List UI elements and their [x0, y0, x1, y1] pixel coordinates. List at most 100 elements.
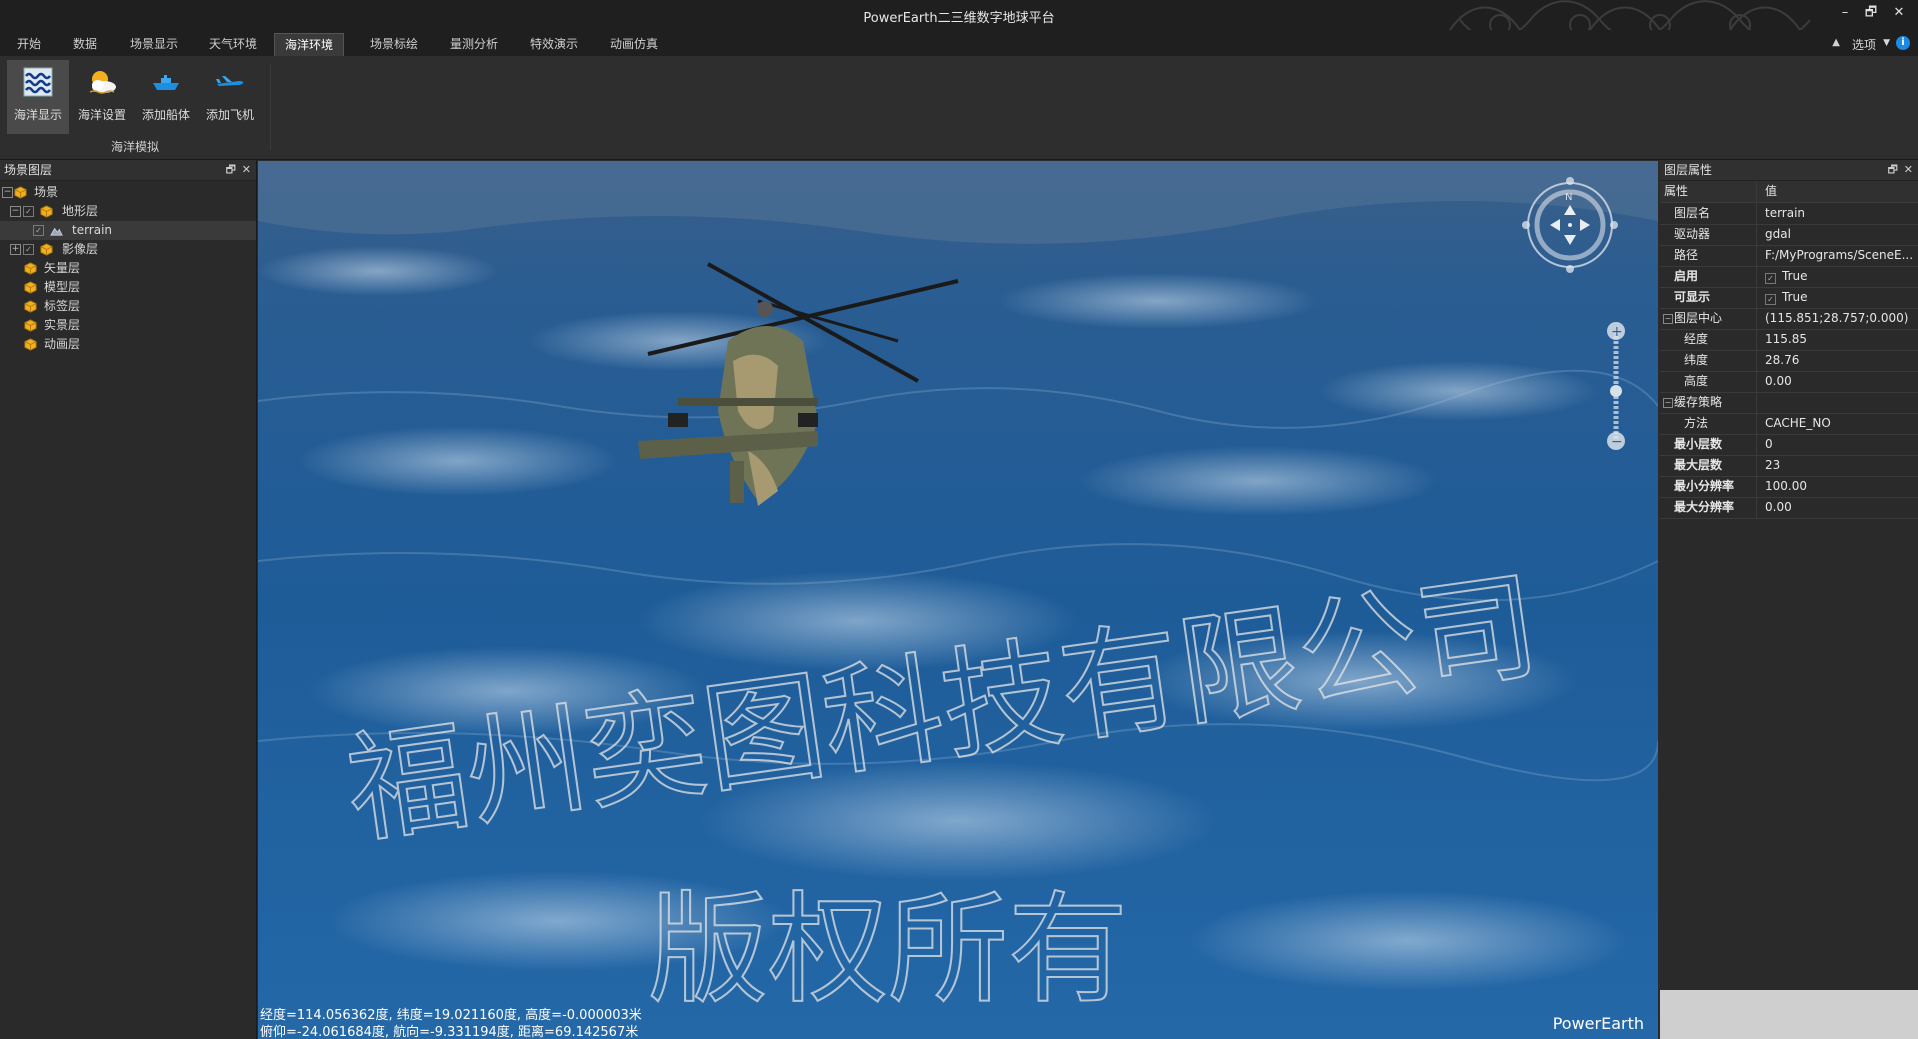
chevron-down-icon[interactable]: ▼	[1883, 38, 1890, 48]
layer-cube-icon	[24, 262, 37, 275]
tree-label: 矢量层	[44, 261, 81, 275]
property-value[interactable]: terrain	[1765, 203, 1913, 224]
collapse-icon[interactable]: −	[1663, 314, 1673, 324]
property-key: 方法	[1684, 416, 1709, 430]
property-value[interactable]: 0.00	[1765, 497, 1913, 518]
layer-cube-icon	[14, 186, 27, 199]
layer-checkbox[interactable]: ✓	[23, 206, 34, 217]
tab-weather[interactable]: 天气环境	[199, 33, 267, 56]
layer-cube-icon	[40, 205, 53, 218]
expand-icon[interactable]: +	[10, 244, 21, 255]
layer-properties-title: 图层属性	[1664, 163, 1713, 177]
tab-start[interactable]: 开始	[7, 33, 51, 56]
property-value[interactable]: 28.76	[1765, 350, 1913, 371]
property-value[interactable]: F:/MyPrograms/SceneE...	[1765, 245, 1913, 266]
tree-label: 标签层	[44, 299, 81, 313]
property-key: 可显示	[1674, 290, 1711, 304]
options-menu[interactable]: 选项	[1852, 36, 1876, 53]
property-row[interactable]: 路径 F:/MyPrograms/SceneE...	[1660, 245, 1918, 267]
property-row[interactable]: 方法 CACHE_NO	[1660, 413, 1918, 435]
camera-readout: 俯仰=-24.061684度, 航向=-9.331194度, 距离=69.142…	[260, 1025, 639, 1039]
tree-item-animation-layer[interactable]: 动画层	[0, 335, 256, 354]
add-airplane-button[interactable]: 添加飞机	[199, 60, 261, 134]
property-value: True	[1782, 290, 1808, 304]
tree-label: 模型层	[44, 280, 81, 294]
float-panel-icon[interactable]: 🗗	[1888, 160, 1898, 180]
tab-data[interactable]: 数据	[63, 33, 107, 56]
minimize-button[interactable]: –	[1834, 3, 1856, 23]
property-row[interactable]: 图层名 terrain	[1660, 203, 1918, 225]
tree-item-model-layer[interactable]: 模型层	[0, 278, 256, 297]
property-value[interactable]: 115.85	[1765, 329, 1913, 350]
tree-item-vector-layer[interactable]: 矢量层	[0, 259, 256, 278]
collapse-icon[interactable]: −	[10, 206, 21, 217]
tab-scene-display[interactable]: 场景显示	[120, 33, 188, 56]
tree-item-scene[interactable]: − 场景	[0, 183, 256, 202]
property-value[interactable]: 100.00	[1765, 476, 1913, 497]
property-value[interactable]: 0	[1765, 434, 1913, 455]
3d-viewport[interactable]: 福州奕图科技有限公司 版权所有 N + − 经度=114.056362度, 纬度…	[258, 161, 1658, 1039]
property-row[interactable]: 最大分辨率 0.00	[1660, 497, 1918, 519]
property-key: 最小层数	[1674, 437, 1723, 451]
navigation-compass[interactable]: N	[1520, 173, 1618, 277]
tree-item-imagery-layer[interactable]: + ✓ 影像层	[0, 240, 256, 259]
tree-label: 实景层	[44, 318, 81, 332]
tab-plotting[interactable]: 场景标绘	[360, 33, 428, 56]
property-row[interactable]: 启用 ✓ True	[1660, 266, 1918, 288]
close-panel-icon[interactable]: ✕	[242, 160, 251, 180]
ocean-display-button[interactable]: 海洋显示	[7, 60, 69, 134]
property-key: 驱动器	[1674, 227, 1711, 241]
close-panel-icon[interactable]: ✕	[1904, 160, 1913, 180]
property-row[interactable]: 最大层数 23	[1660, 455, 1918, 477]
zoom-slider[interactable]: + −	[1604, 321, 1628, 451]
close-button[interactable]: ✕	[1888, 3, 1910, 23]
property-key: 最大层数	[1674, 458, 1723, 472]
collapse-icon[interactable]: −	[2, 187, 13, 198]
menu-bar: 开始 数据 场景显示 天气环境 海洋环境 场景标绘 量测分析 特效演示 动画仿真…	[0, 30, 1918, 57]
restore-button[interactable]: 🗗	[1860, 3, 1882, 23]
property-value[interactable]: gdal	[1765, 224, 1913, 245]
property-key: 图层中心	[1674, 311, 1723, 325]
ribbon: 海洋显示 海洋设置 添加船体 添加飞机 海洋模拟	[0, 56, 1918, 160]
layer-checkbox[interactable]: ✓	[33, 225, 44, 236]
visible-checkbox[interactable]: ✓	[1765, 294, 1776, 305]
property-row[interactable]: 纬度 28.76	[1660, 350, 1918, 372]
column-header-value: 值	[1765, 184, 1778, 198]
terrain-icon	[50, 227, 63, 236]
ocean-settings-button[interactable]: 海洋设置	[71, 60, 133, 134]
tree-item-terrain-layer[interactable]: − ✓ 地形层	[0, 202, 256, 221]
tab-effects[interactable]: 特效演示	[520, 33, 588, 56]
tree-item-reality-layer[interactable]: 实景层	[0, 316, 256, 335]
tab-animation[interactable]: 动画仿真	[600, 33, 668, 56]
layer-properties-panel: 图层属性 🗗 ✕ 属性 值 图层名 terrain 驱动器 gdal 路径 F:/My…	[1660, 160, 1918, 1039]
help-icon[interactable]: i	[1896, 36, 1910, 50]
property-row[interactable]: 高度 0.00	[1660, 371, 1918, 393]
svg-text:+: +	[1611, 324, 1623, 340]
title-bar: PowerEarth二三维数字地球平台 – 🗗 ✕	[0, 0, 1918, 54]
property-row[interactable]: 最小分辨率 100.00	[1660, 476, 1918, 498]
property-key: 路径	[1674, 248, 1699, 262]
tree-item-terrain[interactable]: ✓ terrain	[0, 221, 256, 240]
add-airplane-label: 添加飞机	[205, 108, 254, 122]
property-row[interactable]: 驱动器 gdal	[1660, 224, 1918, 246]
add-ship-button[interactable]: 添加船体	[135, 60, 197, 134]
tree-item-label-layer[interactable]: 标签层	[0, 297, 256, 316]
collapse-icon[interactable]: −	[1663, 398, 1673, 408]
enabled-checkbox[interactable]: ✓	[1765, 273, 1776, 284]
property-value[interactable]: CACHE_NO	[1765, 413, 1913, 434]
float-panel-icon[interactable]: 🗗	[226, 160, 236, 180]
tree-label: 场景	[34, 185, 59, 199]
tab-ocean[interactable]: 海洋环境	[274, 33, 345, 57]
property-value[interactable]: 23	[1765, 455, 1913, 476]
property-value[interactable]: 0.00	[1765, 371, 1913, 392]
property-group-row[interactable]: − 缓存策略	[1660, 392, 1918, 414]
property-row[interactable]: 最小层数 0	[1660, 434, 1918, 456]
copyright-watermark: 福州奕图科技有限公司 版权所有	[338, 556, 1548, 1021]
tree-label: 动画层	[44, 337, 81, 351]
property-row[interactable]: 经度 115.85	[1660, 329, 1918, 351]
property-group-row[interactable]: − 图层中心 (115.851;28.757;0.000)	[1660, 308, 1918, 330]
collapse-ribbon-icon[interactable]: ▲	[1832, 37, 1840, 48]
property-row[interactable]: 可显示 ✓ True	[1660, 287, 1918, 309]
tab-measure[interactable]: 量测分析	[440, 33, 508, 56]
layer-checkbox[interactable]: ✓	[23, 244, 34, 255]
